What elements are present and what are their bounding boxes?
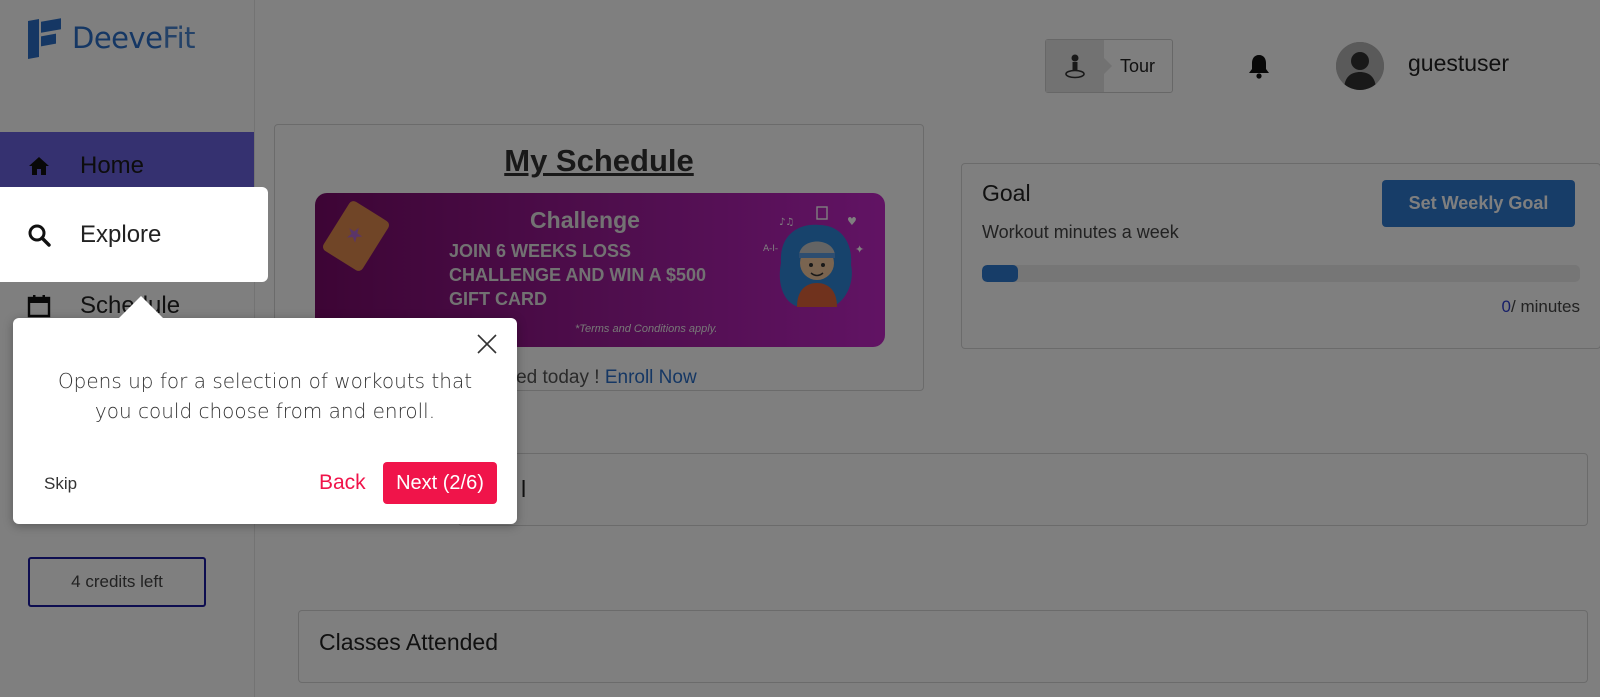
close-icon[interactable] <box>475 332 499 356</box>
svg-text:♪♫: ♪♫ <box>779 217 794 228</box>
sidebar-item-label: Home <box>80 152 145 179</box>
goal-subtitle: Workout minutes a week <box>982 222 1179 242</box>
search-icon <box>26 222 52 248</box>
goal-title: Goal <box>982 180 1031 206</box>
svg-text:♥: ♥ <box>847 215 857 228</box>
logo[interactable]: DeeveFit <box>28 18 196 59</box>
tour-tooltip: Opens up for a selection of workouts tha… <box>13 296 517 524</box>
username[interactable]: guestuser <box>1408 50 1509 77</box>
next-button[interactable]: Next (2/6) <box>383 462 497 504</box>
bell-icon[interactable] <box>1247 53 1271 79</box>
sidebar-item-explore[interactable]: Explore <box>0 187 268 282</box>
goal-progress-bar <box>982 265 1580 282</box>
svg-text:A-I-: A-I- <box>763 244 778 254</box>
back-button[interactable]: Back <box>319 471 366 495</box>
classes-attended-card: Classes Attended <box>298 610 1588 683</box>
logo-mark-icon <box>28 18 62 59</box>
banner-terms: *Terms and Conditions apply. <box>575 323 718 335</box>
credits-badge[interactable]: 4 credits left <box>28 557 206 607</box>
fitness-person-illustration: A-I- ♪♫ ♥ ✦ <box>761 203 875 321</box>
banner-text: JOIN 6 WEEKS LOSS CHALLENGE AND WIN A $5… <box>449 241 707 309</box>
tour-label: Tour <box>1120 55 1156 76</box>
home-icon <box>26 153 52 179</box>
avatar[interactable] <box>1336 42 1384 90</box>
goal-minutes: 0/ minutes <box>1501 297 1580 316</box>
activity-card: l <box>458 453 1588 526</box>
goal-card: Goal Workout minutes a week Set Weekly G… <box>961 163 1600 349</box>
logo-text: DeeveFit <box>72 21 196 55</box>
sidebar-item-label: Explore <box>80 220 162 248</box>
skip-button[interactable]: Skip <box>44 474 77 494</box>
calendar-icon <box>26 293 52 319</box>
enroll-now-link[interactable]: Enroll Now <box>605 367 697 388</box>
set-weekly-goal-button[interactable]: Set Weekly Goal <box>1382 180 1575 227</box>
tour-icon <box>1046 40 1112 92</box>
tooltip-text: Opens up for a selection of workouts tha… <box>57 369 473 423</box>
activity-card-title-fragment: l <box>521 476 527 502</box>
schedule-title[interactable]: My Schedule <box>275 143 923 179</box>
goal-progress-fill <box>982 265 1018 282</box>
classes-attended-title: Classes Attended <box>319 629 499 655</box>
svg-text:✦: ✦ <box>855 243 864 256</box>
tour-button[interactable]: Tour <box>1045 39 1173 93</box>
